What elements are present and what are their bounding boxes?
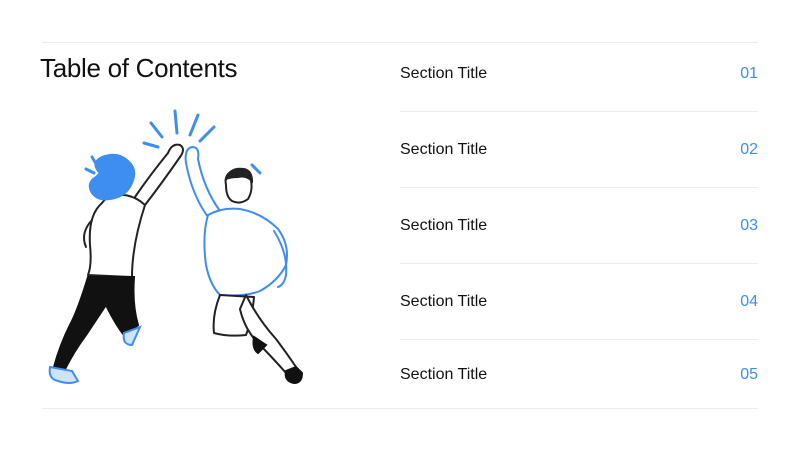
toc-item-number: 02	[740, 140, 758, 158]
toc-item-number: 04	[740, 292, 758, 310]
toc-item-label: Section Title	[400, 65, 488, 82]
toc-item-number: 03	[740, 216, 758, 234]
toc-item-label: Section Title	[400, 140, 488, 158]
toc-item-2[interactable]: Section Title 02	[400, 112, 758, 188]
toc-item-5[interactable]: Section Title 05	[400, 340, 758, 410]
toc-item-label: Section Title	[400, 216, 488, 234]
toc-item-number: 01	[740, 65, 758, 82]
toc-item-4[interactable]: Section Title 04	[400, 264, 758, 340]
table-of-contents-list: Section Title 01 Section Title 02 Sectio…	[400, 43, 758, 410]
slide: Table of Contents Section Title 01 Secti…	[0, 0, 800, 450]
slide-title: Table of Contents	[40, 53, 238, 83]
toc-item-1[interactable]: Section Title 01	[400, 43, 758, 112]
toc-item-label: Section Title	[400, 292, 488, 310]
toc-item-number: 05	[740, 366, 758, 383]
toc-item-label: Section Title	[400, 366, 488, 383]
bottom-divider	[42, 408, 758, 409]
toc-item-3[interactable]: Section Title 03	[400, 188, 758, 264]
high-five-illustration	[48, 109, 304, 385]
